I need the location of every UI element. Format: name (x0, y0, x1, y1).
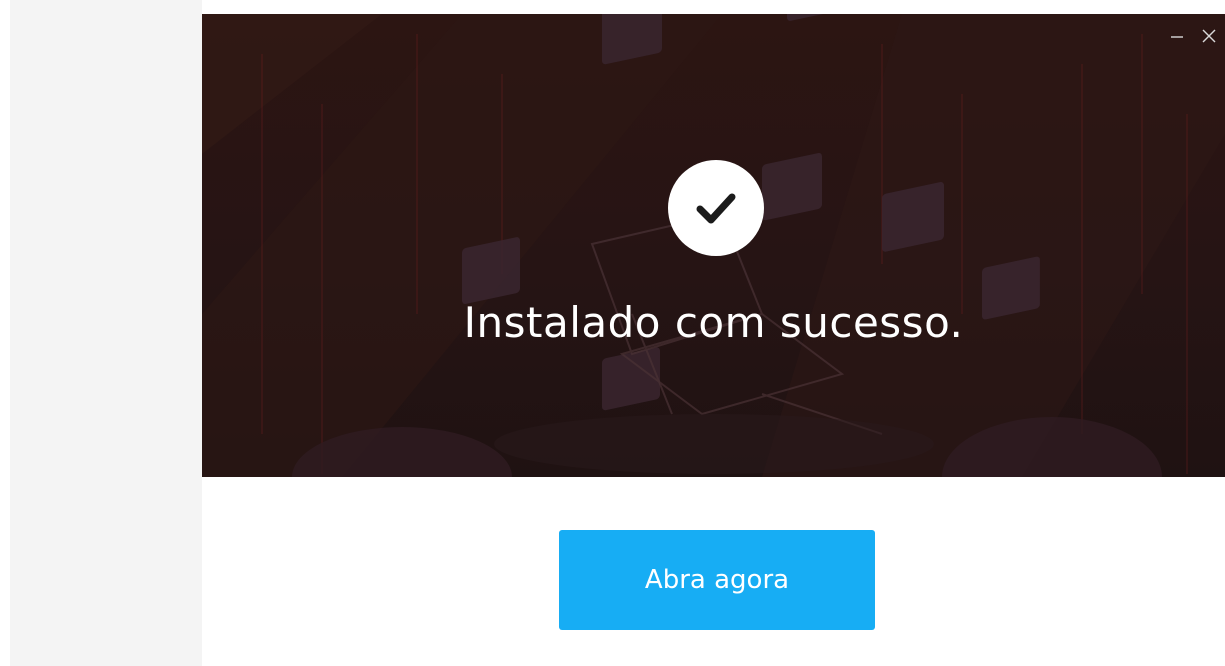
hero-banner: Instalado com sucesso. (202, 14, 1225, 477)
close-icon (1202, 29, 1216, 43)
open-now-button[interactable]: Abra agora (559, 530, 875, 630)
close-button[interactable] (1193, 14, 1225, 58)
success-message: Instalado com sucesso. (463, 298, 964, 347)
minimize-icon (1171, 36, 1183, 38)
window-controls (1161, 14, 1225, 58)
checkmark-icon (696, 193, 736, 224)
installer-window: Instalado com sucesso. Abra agora (202, 14, 1225, 666)
success-check-badge (668, 160, 764, 256)
minimize-button[interactable] (1161, 14, 1193, 58)
background-panel (10, 0, 202, 666)
